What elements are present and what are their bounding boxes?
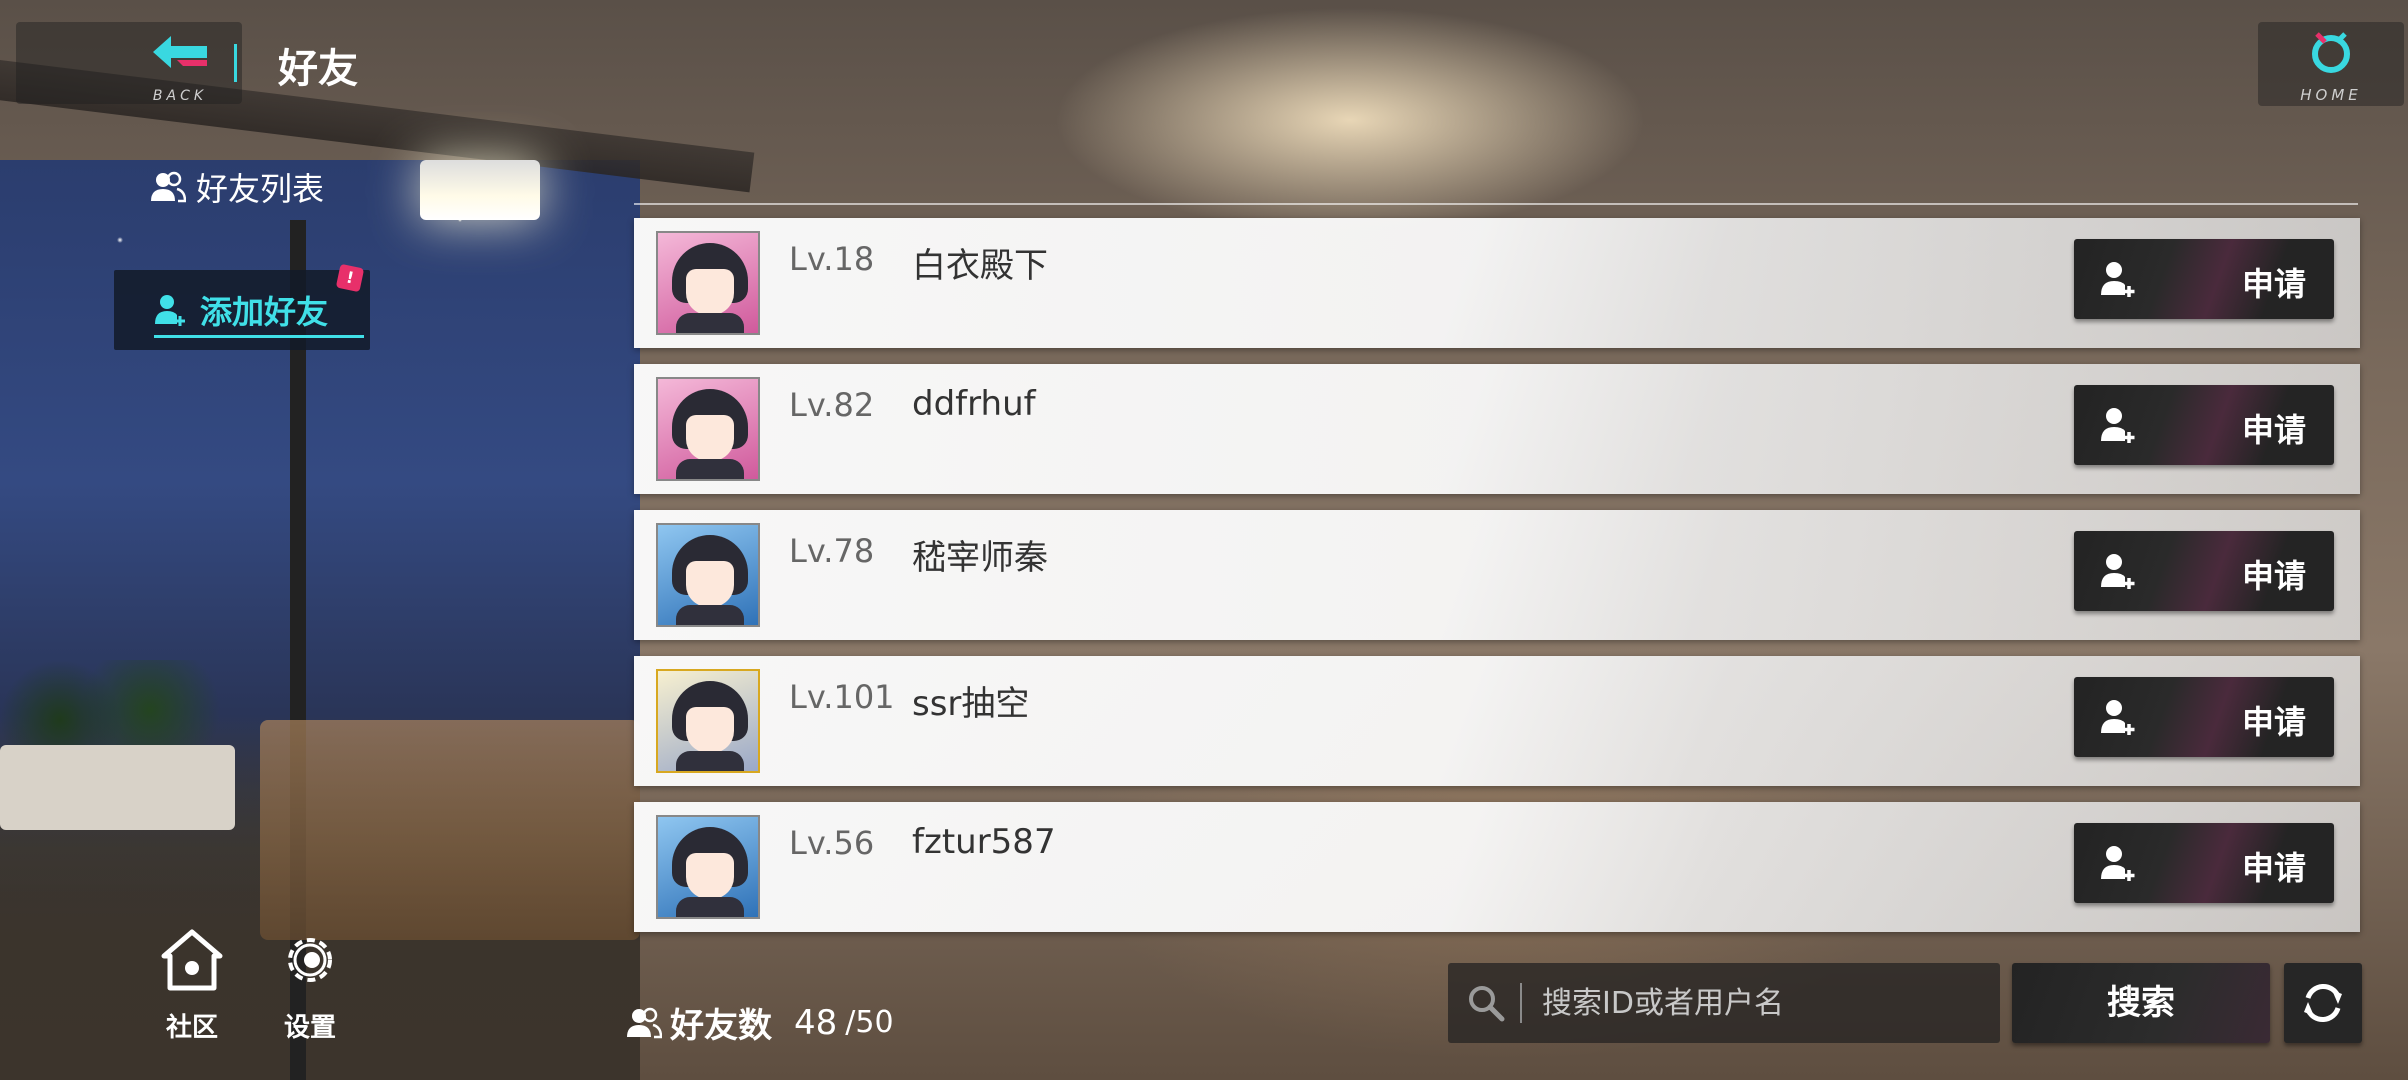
apply-button[interactable]: 申请 xyxy=(2074,385,2334,465)
gear-icon xyxy=(288,938,332,982)
avatar xyxy=(656,669,760,773)
avatar xyxy=(656,523,760,627)
friend-name: ssr抽空 xyxy=(912,684,1030,724)
friends-icon xyxy=(151,171,186,203)
friend-level: Lv.101 xyxy=(789,678,895,716)
friend-name: ddfrhuf xyxy=(912,384,1036,424)
notification-badge: ! xyxy=(335,263,365,293)
friend-count-max: /50 xyxy=(845,1005,894,1040)
avatar xyxy=(656,231,760,335)
search-button[interactable]: 搜索 xyxy=(2012,963,2270,1043)
back-label: BACK xyxy=(152,88,208,104)
apply-label: 申请 xyxy=(2241,849,2306,887)
settings-button[interactable]: 设置 xyxy=(278,928,342,1044)
sidebar-item-add-friend[interactable]: 添加好友 xyxy=(114,270,370,350)
sidebar-item-label: 好友列表 xyxy=(196,170,325,208)
friend-name: fztur587 xyxy=(912,822,1056,862)
search-input[interactable] xyxy=(1540,984,1984,1022)
page-title: 好友 xyxy=(278,46,358,92)
sidebar-item-friend-list[interactable]: 好友列表 xyxy=(150,162,324,212)
friend-row: Lv.78 嵇宰师秦 申请 xyxy=(634,510,2360,640)
sidebar-item-label: 添加好友 xyxy=(200,293,329,331)
home-logo-icon xyxy=(2258,28,2404,86)
friend-row: Lv.101 ssr抽空 申请 xyxy=(634,656,2360,786)
friend-row: Lv.56 fztur587 申请 xyxy=(634,802,2360,932)
friend-level: Lv.82 xyxy=(789,386,875,424)
settings-label: 设置 xyxy=(283,1013,336,1043)
title-divider xyxy=(234,44,237,82)
home-house-icon xyxy=(161,929,223,991)
apply-label: 申请 xyxy=(2241,411,2306,449)
add-friend-icon xyxy=(2101,700,2135,735)
add-friend-icon xyxy=(155,295,185,326)
friends-icon xyxy=(627,1007,662,1038)
apply-label: 申请 xyxy=(2241,265,2306,303)
friend-name: 嵇宰师秦 xyxy=(912,538,1048,578)
community-button[interactable]: 社区 xyxy=(160,928,224,1044)
add-friend-icon xyxy=(2101,846,2135,881)
avatar xyxy=(656,377,760,481)
home-label: HOME xyxy=(2300,86,2362,104)
friend-count-label: 好友数 xyxy=(670,1006,772,1046)
apply-button[interactable]: 申请 xyxy=(2074,677,2334,757)
background-lamp xyxy=(420,160,540,220)
friend-count: 好友数 48/50 xyxy=(626,998,894,1047)
background-planter xyxy=(0,745,235,830)
add-friend-icon xyxy=(2101,262,2135,297)
refresh-button[interactable] xyxy=(2284,963,2362,1043)
friend-level: Lv.18 xyxy=(789,240,875,278)
back-button[interactable]: BACK xyxy=(140,30,220,104)
apply-label: 申请 xyxy=(2241,557,2306,595)
friend-level: Lv.78 xyxy=(789,532,875,570)
apply-label: 申请 xyxy=(2241,703,2306,741)
search-box xyxy=(1448,963,2000,1043)
friend-row: Lv.82 ddfrhuf 申请 xyxy=(634,364,2360,494)
apply-button[interactable]: 申请 xyxy=(2074,239,2334,319)
friend-count-current: 48 xyxy=(794,1002,838,1043)
background-tables xyxy=(260,720,640,940)
list-divider xyxy=(634,203,2358,205)
friend-name: 白衣殿下 xyxy=(912,246,1048,286)
apply-button[interactable]: 申请 xyxy=(2074,823,2334,903)
refresh-icon xyxy=(2304,984,2342,1022)
search-divider xyxy=(1520,983,1522,1023)
home-button[interactable]: HOME xyxy=(2258,22,2404,106)
add-friend-icon xyxy=(2101,408,2135,443)
search-icon xyxy=(1469,986,1505,1022)
friend-row: Lv.18 白衣殿下 申请 xyxy=(634,218,2360,348)
apply-button[interactable]: 申请 xyxy=(2074,531,2334,611)
back-arrow-icon xyxy=(140,30,220,82)
active-underline xyxy=(154,335,364,338)
add-friend-icon xyxy=(2101,554,2135,589)
community-label: 社区 xyxy=(165,1013,218,1043)
avatar xyxy=(656,815,760,919)
friend-level: Lv.56 xyxy=(789,824,875,862)
